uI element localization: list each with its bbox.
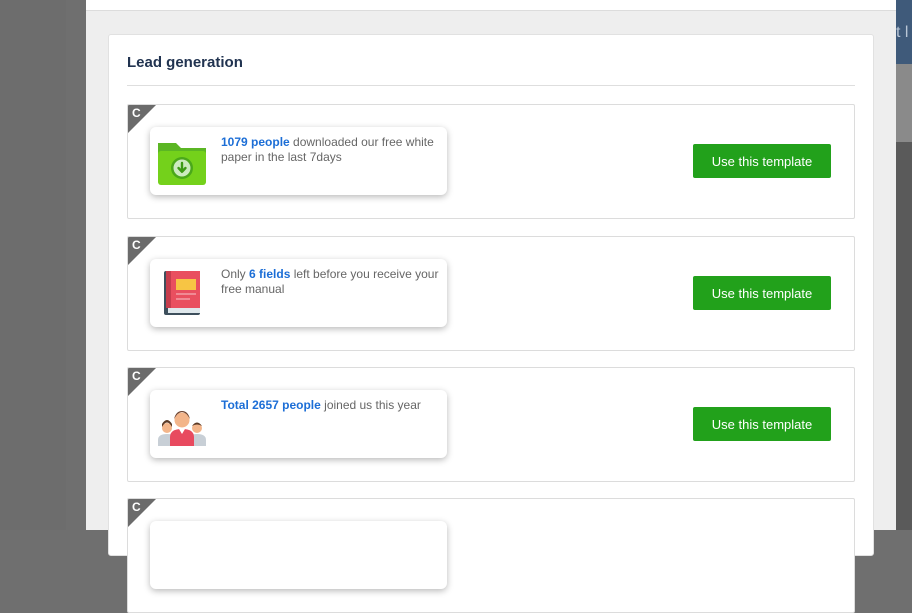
- backdrop-right-band: [896, 64, 912, 142]
- template-preview-text: 1079 people downloaded our free white pa…: [221, 135, 439, 165]
- folder-download-icon: [158, 143, 206, 185]
- use-template-button[interactable]: Use this template: [693, 144, 831, 178]
- preview-text-suffix: joined us this year: [320, 398, 421, 412]
- template-card[interactable]: C: [127, 498, 855, 613]
- template-preview: [150, 521, 447, 589]
- template-card[interactable]: C 1079 people downloaded our free white …: [127, 104, 855, 219]
- corner-badge-label: C: [132, 106, 141, 120]
- preview-text-prefix: Only: [221, 267, 250, 281]
- use-template-button[interactable]: Use this template: [693, 407, 831, 441]
- use-template-button[interactable]: Use this template: [693, 276, 831, 310]
- template-preview-text: Only 6 fields left before you receive yo…: [221, 267, 439, 297]
- template-preview: Only 6 fields left before you receive yo…: [150, 259, 447, 327]
- section-title: Lead generation: [127, 54, 243, 71]
- template-preview-text: Total 2657 people joined us this year: [221, 398, 439, 413]
- section-divider: [127, 85, 855, 86]
- corner-badge-label: C: [132, 238, 141, 252]
- manual-book-icon: [164, 271, 200, 315]
- template-preview: Total 2657 people joined us this year: [150, 390, 447, 458]
- template-preview: 1079 people downloaded our free white pa…: [150, 127, 447, 195]
- corner-badge-label: C: [132, 369, 141, 383]
- preview-highlight: 6 fields: [249, 267, 291, 281]
- template-card[interactable]: C Only 6 fields left before you receive …: [127, 236, 855, 351]
- modal-header: [86, 0, 896, 11]
- preview-highlight: 1079 people: [221, 135, 290, 149]
- backdrop-left: [0, 0, 66, 530]
- preview-highlight: Total 2657 people: [221, 398, 321, 412]
- backdrop-right-text: t l: [896, 24, 909, 41]
- lead-generation-section: Lead generation C 1079 people downloaded…: [108, 34, 874, 613]
- corner-badge-label: C: [132, 500, 141, 514]
- people-group-icon: [158, 411, 206, 446]
- template-card[interactable]: C Total 2657 people joined us this year …: [127, 367, 855, 482]
- template-modal: Lead generation C 1079 people downloaded…: [86, 0, 896, 613]
